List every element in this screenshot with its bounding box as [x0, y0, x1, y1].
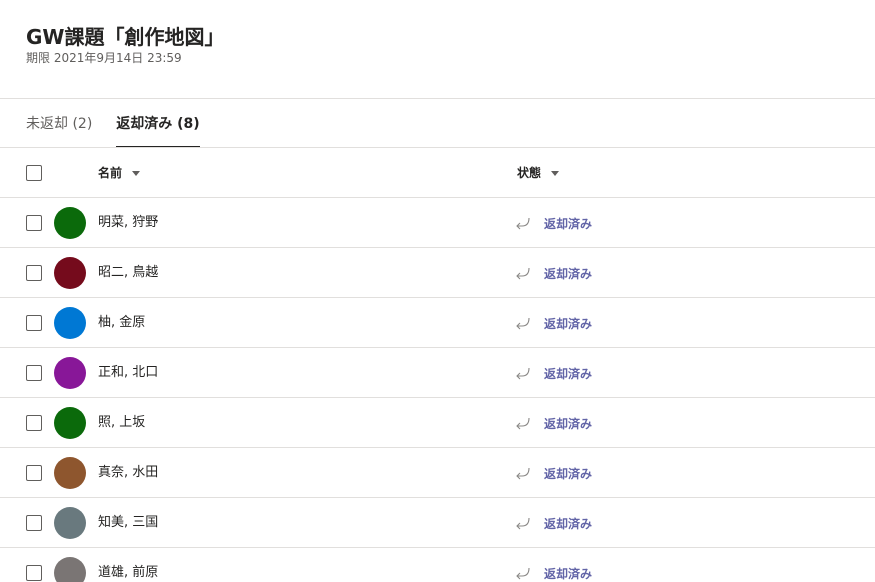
- table-row[interactable]: 知美, 三国 返却済み: [0, 498, 875, 548]
- avatar: [54, 457, 86, 489]
- status-text: 返却済み: [544, 566, 593, 581]
- avatar: [54, 407, 86, 439]
- return-arrow-icon: [516, 367, 530, 380]
- student-name[interactable]: 真奈, 水田: [98, 448, 158, 498]
- status-text: 返却済み: [544, 316, 593, 331]
- row-checkbox[interactable]: [26, 265, 42, 281]
- row-checkbox[interactable]: [26, 365, 42, 381]
- tab-not-returned[interactable]: 未返却 (2): [26, 112, 92, 148]
- status-cell: 返却済み: [514, 498, 592, 548]
- return-arrow-icon: [516, 217, 530, 230]
- assignment-title: GW課題「創作地図」: [26, 25, 225, 49]
- table-row[interactable]: 真奈, 水田 返却済み: [0, 448, 875, 498]
- avatar: [54, 507, 86, 539]
- row-checkbox[interactable]: [26, 415, 42, 431]
- status-text: 返却済み: [544, 466, 593, 481]
- return-arrow-icon: [516, 567, 530, 580]
- header-divider: [0, 98, 875, 99]
- avatar: [54, 357, 86, 389]
- status-cell: 返却済み: [514, 398, 592, 448]
- status-text: 返却済み: [544, 216, 593, 231]
- return-arrow-icon: [516, 467, 530, 480]
- student-name[interactable]: 照, 上坂: [98, 398, 145, 448]
- assignment-review-page: GW課題「創作地図」 期限 2021年9月14日 23:59 未返却 (2) 返…: [0, 0, 875, 582]
- table-row[interactable]: 正和, 北口 返却済み: [0, 348, 875, 398]
- row-checkbox[interactable]: [26, 465, 42, 481]
- due-date: 期限 2021年9月14日 23:59: [26, 51, 182, 65]
- name-column-label: 名前: [98, 166, 123, 180]
- status-text: 返却済み: [544, 366, 593, 381]
- table-row[interactable]: 照, 上坂 返却済み: [0, 398, 875, 448]
- status-column-label: 状態: [517, 166, 542, 180]
- avatar: [54, 307, 86, 339]
- caret-down-icon: [551, 170, 560, 176]
- student-name[interactable]: 明菜, 狩野: [98, 198, 158, 248]
- table-row[interactable]: 道雄, 前原返却済み: [0, 548, 875, 582]
- row-checkbox[interactable]: [26, 315, 42, 331]
- table-row[interactable]: 明菜, 狩野 返却済み: [0, 198, 875, 248]
- assignment-header: GW課題「創作地図」 期限 2021年9月14日 23:59: [26, 24, 224, 66]
- student-name[interactable]: 昭二, 鳥越: [98, 248, 158, 298]
- avatar: [54, 557, 86, 582]
- row-checkbox[interactable]: [26, 515, 42, 531]
- table-header-row: 名前 状態: [0, 148, 875, 198]
- status-tabs: 未返却 (2) 返却済み (8): [26, 112, 224, 148]
- status-cell: 返却済み: [514, 548, 592, 582]
- student-name[interactable]: 正和, 北口: [98, 348, 158, 398]
- table-row[interactable]: 柚, 金原 返却済み: [0, 298, 875, 348]
- status-cell: 返却済み: [514, 298, 592, 348]
- row-checkbox[interactable]: [26, 565, 42, 581]
- return-arrow-icon: [516, 267, 530, 280]
- student-name[interactable]: 道雄, 前原: [98, 548, 158, 582]
- status-cell: 返却済み: [514, 248, 592, 298]
- name-column-header[interactable]: 名前: [98, 148, 141, 198]
- status-cell: 返却済み: [514, 198, 592, 248]
- status-cell: 返却済み: [514, 348, 592, 398]
- status-column-header[interactable]: 状態: [517, 148, 560, 198]
- table-row[interactable]: 昭二, 鳥越 返却済み: [0, 248, 875, 298]
- caret-down-icon: [132, 170, 141, 176]
- return-arrow-icon: [516, 417, 530, 430]
- student-name[interactable]: 知美, 三国: [98, 498, 158, 548]
- avatar: [54, 207, 86, 239]
- return-arrow-icon: [516, 317, 530, 330]
- status-text: 返却済み: [544, 416, 593, 431]
- avatar: [54, 257, 86, 289]
- tab-returned[interactable]: 返却済み (8): [116, 112, 201, 148]
- status-text: 返却済み: [544, 266, 593, 281]
- status-text: 返却済み: [544, 516, 593, 531]
- status-cell: 返却済み: [514, 448, 592, 498]
- select-all-checkbox[interactable]: [26, 165, 42, 181]
- return-arrow-icon: [516, 517, 530, 530]
- student-name[interactable]: 柚, 金原: [98, 298, 145, 348]
- row-checkbox[interactable]: [26, 215, 42, 231]
